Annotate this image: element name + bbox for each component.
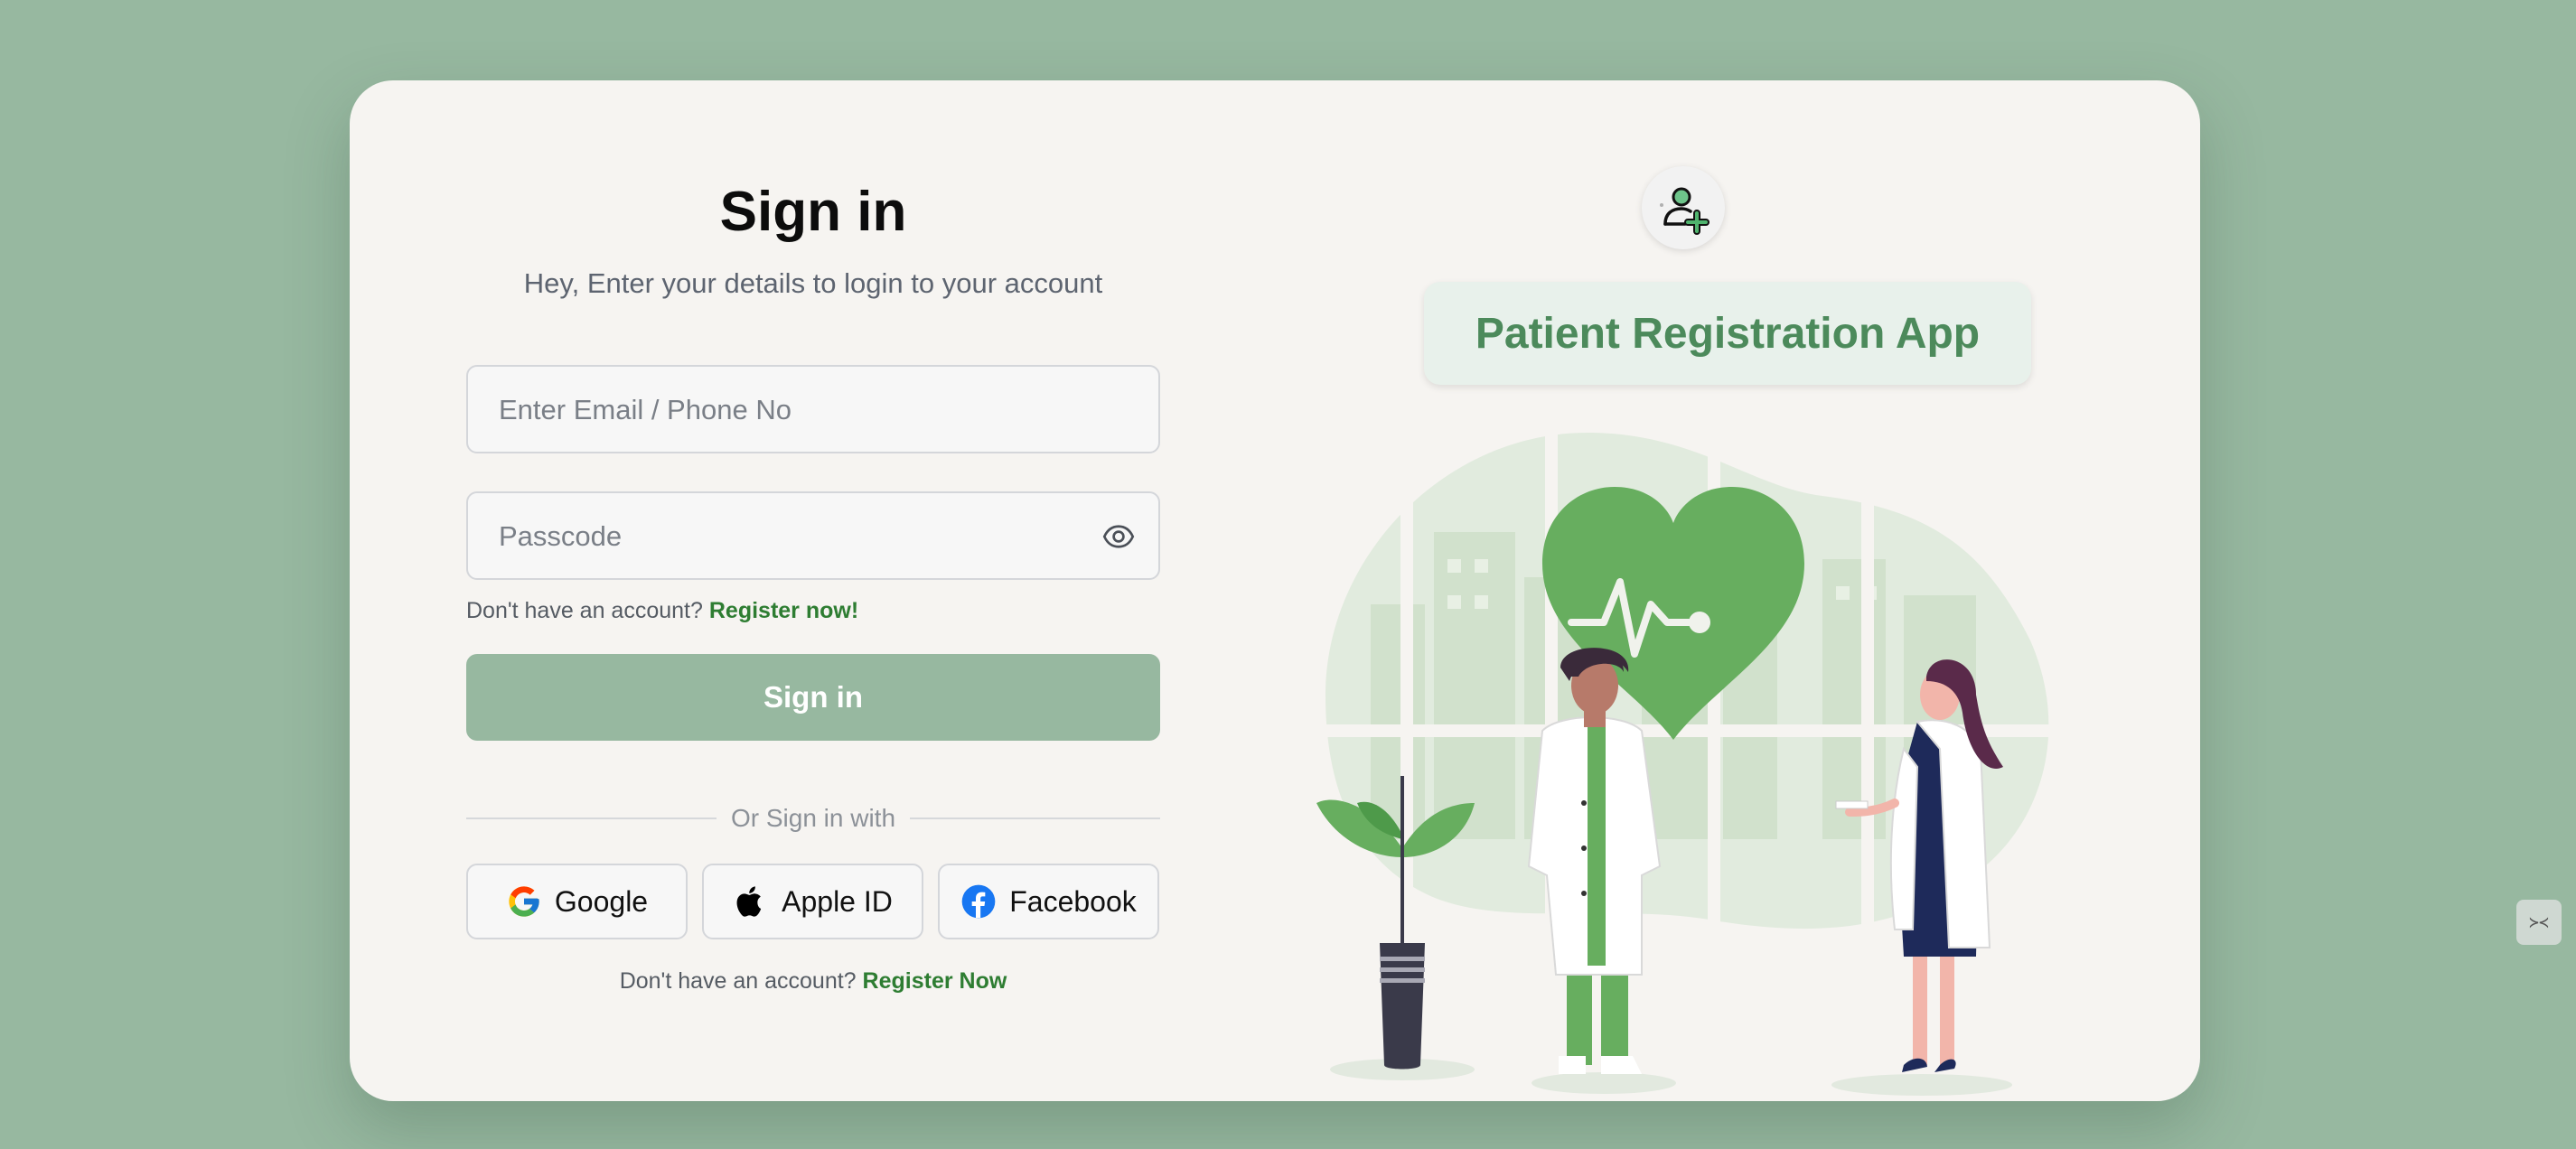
doctors-heart-illustration — [1316, 424, 2130, 1096]
divider-line-left — [466, 817, 717, 819]
facebook-button[interactable]: Facebook — [938, 864, 1159, 939]
google-icon — [509, 886, 539, 917]
signin-button[interactable]: Sign in — [466, 654, 1160, 741]
divider-line-right — [910, 817, 1161, 819]
passcode-field[interactable] — [497, 493, 1079, 580]
apple-icon — [736, 886, 762, 917]
divider-text: Or Sign in with — [730, 804, 896, 832]
divider: Or Sign in with — [466, 803, 1161, 834]
bookmark-tab-icon[interactable]: ≻≺ — [2516, 900, 2562, 945]
passcode-field-wrapper — [466, 491, 1160, 580]
email-field[interactable] — [497, 367, 1079, 453]
google-button[interactable]: Google — [466, 864, 688, 939]
facebook-icon — [961, 884, 996, 919]
login-card: Sign in Hey, Enter your details to login… — [350, 80, 2200, 1101]
page-subtitle: Hey, Enter your details to login to your… — [523, 267, 1103, 299]
apple-id-button[interactable]: Apple ID — [702, 864, 923, 939]
google-label: Google — [554, 884, 649, 918]
footer-register-link[interactable]: Register Now — [863, 968, 1007, 994]
app-logo — [1642, 166, 1725, 249]
add-user-icon — [1660, 187, 1710, 235]
register-link[interactable]: Register now! — [709, 598, 858, 623]
eye-icon[interactable] — [1101, 520, 1137, 553]
footer-prompt: Don't have an account? — [619, 968, 857, 994]
apple-id-label: Apple ID — [782, 884, 893, 918]
register-hint: Don't have an account? Register now! — [466, 598, 858, 624]
email-field-wrapper — [466, 365, 1160, 453]
hero-panel: Patient Registration App — [1217, 80, 2200, 1101]
register-prompt: Don't have an account? — [466, 598, 703, 623]
app-title: Patient Registration App — [1424, 282, 2031, 385]
page-title: Sign in — [719, 181, 907, 243]
facebook-label: Facebook — [1009, 884, 1137, 918]
footer-register: Don't have an account? Register Now — [466, 968, 1160, 995]
